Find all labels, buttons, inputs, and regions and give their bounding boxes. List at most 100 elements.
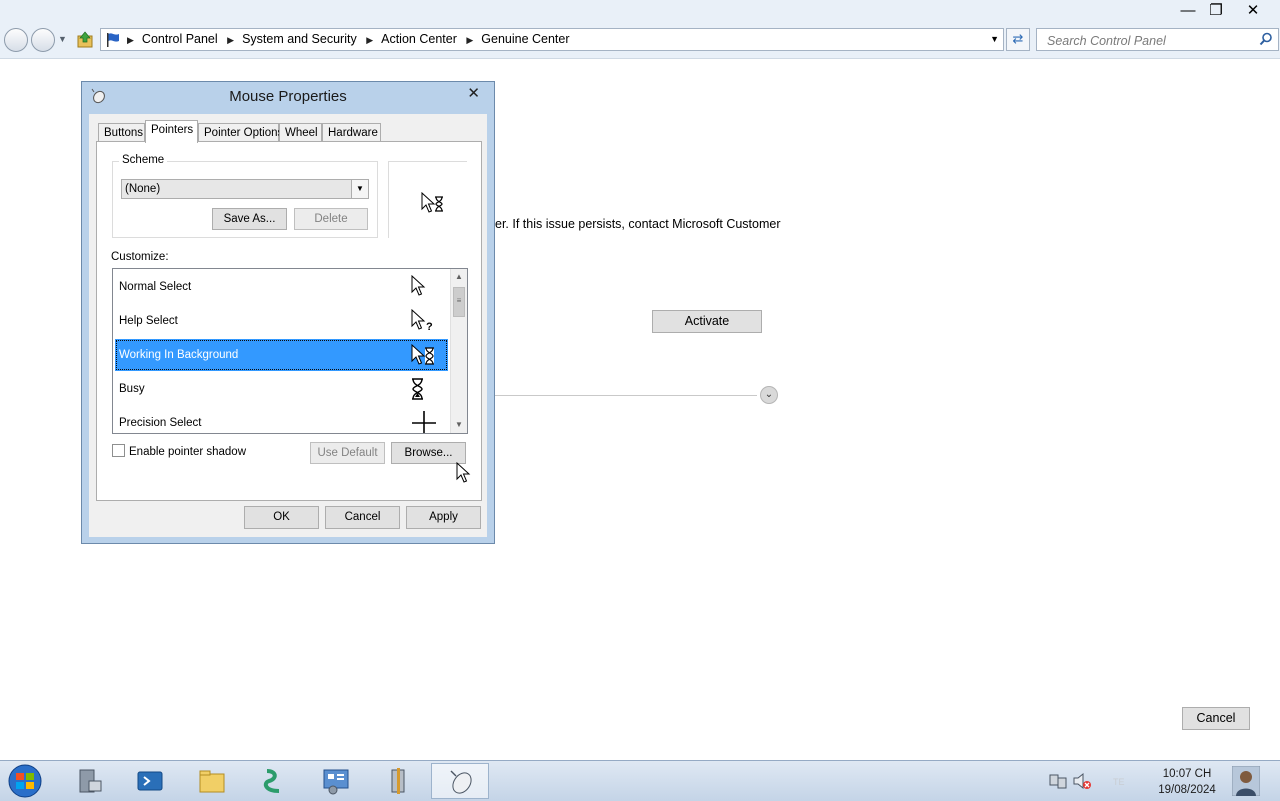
pointer-list-scrollbar[interactable]: ▲ ≡ ▼ <box>450 269 467 433</box>
list-item-label: Help Select <box>119 315 178 327</box>
pointers-tab-panel: Scheme (None) ▼ Save As... Delete Custom… <box>96 141 482 501</box>
apply-button[interactable]: Apply <box>406 506 481 529</box>
volume-muted-icon[interactable] <box>1072 771 1092 791</box>
tab-pointers[interactable]: Pointers <box>145 120 198 143</box>
cancel-dialog-button[interactable]: Cancel <box>325 506 400 529</box>
system-clock[interactable]: 10:07 CH 19/08/2024 <box>1148 766 1226 798</box>
address-dropdown-icon[interactable]: ▼ <box>990 29 999 50</box>
scheme-group: Scheme (None) ▼ Save As... Delete <box>112 154 378 238</box>
help-cursor-icon: ? <box>411 309 433 333</box>
taskbar-file-explorer[interactable] <box>183 763 241 799</box>
forward-button[interactable] <box>31 28 55 52</box>
mouse-properties-dialog: Mouse Properties ✕ Buttons Pointers Poin… <box>81 81 495 544</box>
taskbar: TE 10:07 CH 19/08/2024 <box>0 760 1280 801</box>
tools-icon <box>391 768 405 794</box>
scheme-dropdown[interactable]: (None) ▼ <box>121 179 369 199</box>
recent-pages-dropdown[interactable]: ▼ <box>58 34 67 44</box>
checkbox-icon[interactable] <box>112 444 125 457</box>
customize-label: Customize: <box>111 251 169 263</box>
ok-button[interactable]: OK <box>244 506 319 529</box>
list-item-working-in-background[interactable]: Working In Background <box>115 339 448 371</box>
breadcrumb-separator-icon[interactable]: ▶ <box>366 35 373 45</box>
activate-button[interactable]: Activate <box>652 310 762 333</box>
user-avatar-icon[interactable] <box>1232 766 1260 796</box>
input-indicator-icon[interactable]: TE <box>1110 771 1130 791</box>
scroll-down-icon[interactable]: ▼ <box>451 417 467 433</box>
taskbar-control-panel[interactable] <box>307 763 365 799</box>
list-item-label: Precision Select <box>119 417 202 429</box>
address-bar[interactable]: ▶ Control Panel ▶ System and Security ▶ Act… <box>100 28 1004 51</box>
powershell-icon <box>137 771 163 791</box>
tab-hardware[interactable]: Hardware <box>322 123 381 142</box>
dialog-title: Mouse Properties <box>229 88 347 105</box>
dropdown-arrow-icon[interactable]: ▼ <box>351 180 368 198</box>
delete-button[interactable]: Delete <box>294 208 368 230</box>
list-item-precision-select[interactable]: Precision Select <box>115 407 448 433</box>
taskbar-app-snake[interactable] <box>245 763 303 799</box>
close-icon[interactable]: ✕ <box>467 84 480 102</box>
action-center-flag-icon <box>107 33 119 47</box>
folder-icon <box>199 770 225 793</box>
taskbar-powershell[interactable] <box>121 763 179 799</box>
clock-date: 19/08/2024 <box>1158 784 1216 796</box>
tab-pointer-options[interactable]: Pointer Options <box>198 123 283 142</box>
tab-wheel[interactable]: Wheel <box>279 123 322 142</box>
back-button[interactable] <box>4 28 28 52</box>
pointer-preview <box>388 161 467 238</box>
dialog-client-area: Buttons Pointers Pointer Options Wheel H… <box>89 114 487 537</box>
breadcrumb: ▶ Control Panel ▶ System and Security ▶ Act… <box>125 29 574 50</box>
breadcrumb-action-center[interactable]: Action Center <box>381 32 457 46</box>
breadcrumb-system-and-security[interactable]: System and Security <box>242 32 357 46</box>
list-item-busy[interactable]: Busy <box>115 373 448 405</box>
list-item-normal-select[interactable]: Normal Select <box>115 271 448 303</box>
pointer-list[interactable]: Normal Select Help Select ? Working In B… <box>112 268 468 434</box>
taskbar-mouse-properties[interactable] <box>431 763 489 799</box>
use-default-button[interactable]: Use Default <box>310 442 385 464</box>
genuine-error-message: er. If this issue persists, contact Micr… <box>495 217 781 231</box>
tab-buttons[interactable]: Buttons <box>98 123 145 142</box>
search-icon[interactable] <box>1259 32 1273 46</box>
up-folder-icon[interactable] <box>76 31 94 49</box>
search-input[interactable] <box>1045 30 1259 51</box>
svg-text:?: ? <box>426 321 433 333</box>
section-divider <box>495 395 757 396</box>
working-cursor-icon <box>421 192 443 213</box>
snake-app-icon <box>263 769 280 793</box>
enable-pointer-shadow-checkbox[interactable]: Enable pointer shadow <box>112 444 246 458</box>
breadcrumb-separator-icon[interactable]: ▶ <box>227 35 234 45</box>
cancel-button[interactable]: Cancel <box>1182 707 1250 730</box>
explorer-titlebar: — ❐ ✕ ▼ ▶ Control Panel ▶ System and Secur… <box>0 0 1280 59</box>
arrow-cursor-icon <box>411 275 426 296</box>
scroll-thumb[interactable]: ≡ <box>453 287 465 317</box>
hourglass-cursor-icon <box>412 378 423 400</box>
list-item-help-select[interactable]: Help Select ? <box>115 305 448 337</box>
mouse-pointer-icon <box>456 462 471 483</box>
refresh-button[interactable]: ⇄ <box>1006 28 1030 51</box>
minimize-button[interactable]: — <box>1175 0 1201 22</box>
enable-pointer-shadow-label: Enable pointer shadow <box>129 446 246 458</box>
breadcrumb-control-panel[interactable]: Control Panel <box>142 32 218 46</box>
working-cursor-icon <box>411 343 434 365</box>
scheme-legend: Scheme <box>119 154 168 166</box>
control-panel-icon <box>323 769 349 795</box>
breadcrumb-genuine-center[interactable]: Genuine Center <box>481 32 569 46</box>
breadcrumb-separator-icon: ▶ <box>127 35 134 45</box>
svg-text:TE: TE <box>1113 777 1125 787</box>
taskbar-server-manager[interactable] <box>60 763 118 799</box>
chevron-down-icon[interactable]: ⌄ <box>760 386 778 404</box>
network-icon[interactable] <box>1048 771 1068 791</box>
list-item-label: Busy <box>119 383 145 395</box>
browse-button[interactable]: Browse... <box>391 442 466 464</box>
scheme-selected-value: (None) <box>125 183 161 195</box>
close-window-button[interactable]: ✕ <box>1240 0 1266 22</box>
start-button-icon[interactable] <box>5 764 45 798</box>
scroll-up-icon[interactable]: ▲ <box>451 269 467 285</box>
save-as-button[interactable]: Save As... <box>212 208 287 230</box>
search-box[interactable] <box>1036 28 1279 51</box>
taskbar-tools[interactable] <box>369 763 427 799</box>
list-item-label: Working In Background <box>119 349 239 361</box>
list-item-label: Normal Select <box>119 281 192 293</box>
crosshair-cursor-icon <box>412 411 436 433</box>
restore-button[interactable]: ❐ <box>1203 0 1229 22</box>
breadcrumb-separator-icon[interactable]: ▶ <box>466 35 473 45</box>
